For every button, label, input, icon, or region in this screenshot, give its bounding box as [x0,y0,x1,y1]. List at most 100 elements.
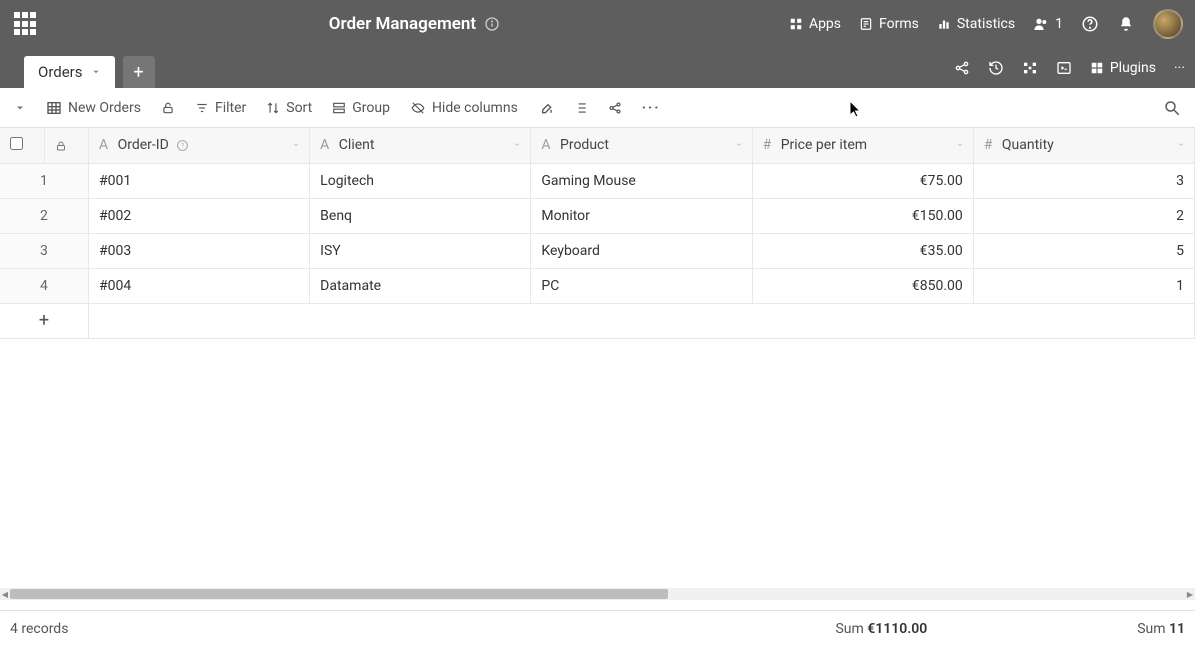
add-row[interactable]: + [0,303,1195,338]
text-type-icon: A [99,137,108,153]
scroll-right-icon[interactable]: ▶ [1185,590,1195,599]
nav-apps[interactable]: Apps [789,16,841,32]
filter-button[interactable]: Filter [195,100,246,116]
table-row[interactable]: 3#003ISYKeyboard€35.005 [0,233,1195,268]
cell-order-id[interactable]: #004 [88,268,309,303]
bell-icon[interactable] [1117,15,1135,33]
nav-forms[interactable]: Forms [859,16,919,32]
row-number[interactable]: 3 [0,233,88,268]
svg-text:?: ? [181,142,184,150]
hide-columns-button[interactable]: Hide columns [410,100,518,116]
nav-statistics-label: Statistics [957,16,1015,32]
nav-collaborators[interactable]: 1 [1033,16,1063,32]
filter-icon [195,101,209,115]
chevron-down-icon[interactable] [291,140,301,150]
column-header-client[interactable]: A Client [310,128,531,163]
cell-client[interactable]: Datamate [310,268,531,303]
row-number[interactable]: 2 [0,198,88,233]
horizontal-scrollbar[interactable]: ◀ ▶ [0,588,1195,600]
cell-client[interactable]: Benq [310,198,531,233]
filter-label: Filter [215,100,246,116]
data-grid: A Order-ID ? A Client A Product # Price … [0,128,1195,339]
record-count: 4 records [10,621,68,637]
more-menu-icon[interactable]: ··· [1174,60,1185,76]
column-header-lock[interactable] [44,128,88,163]
app-switcher-icon[interactable] [12,10,40,38]
avatar[interactable] [1153,9,1183,39]
cell-product[interactable]: PC [531,268,752,303]
nav-collaborators-count: 1 [1055,16,1063,32]
chevron-down-icon[interactable] [955,140,965,150]
cell-quantity[interactable]: 3 [973,163,1194,198]
cell-price[interactable]: €850.00 [752,268,973,303]
chevron-down-icon [91,67,101,77]
row-number[interactable]: 1 [0,163,88,198]
forms-icon [859,17,873,31]
tab-orders-label: Orders [38,63,83,81]
lock-icon[interactable] [161,101,175,115]
chevron-down-icon[interactable] [14,102,26,114]
help-icon[interactable] [1081,15,1099,33]
tab-orders[interactable]: Orders [24,56,115,88]
cell-order-id[interactable]: #003 [88,233,309,268]
select-all-checkbox[interactable] [10,137,23,150]
cell-quantity[interactable]: 5 [973,233,1194,268]
share-view-icon[interactable] [608,101,622,115]
cell-price[interactable]: €150.00 [752,198,973,233]
group-button[interactable]: Group [332,100,390,116]
text-type-icon: A [541,137,550,153]
nav-forms-label: Forms [879,16,919,32]
search-icon[interactable] [1163,99,1181,117]
sum-label: Sum [1137,621,1165,637]
column-label: Client [339,137,375,153]
info-icon[interactable] [484,16,500,32]
script-icon[interactable] [1056,60,1072,76]
column-label: Order-ID [118,137,169,153]
chevron-down-icon[interactable] [512,140,522,150]
cell-price[interactable]: €75.00 [752,163,973,198]
paint-icon[interactable] [538,100,554,116]
cell-product[interactable]: Monitor [531,198,752,233]
statistics-icon [937,17,951,31]
page-title-text: Order Management [329,14,476,34]
table-row[interactable]: 4#004DatamatePC€850.001 [0,268,1195,303]
scroll-left-icon[interactable]: ◀ [0,590,10,599]
table-row[interactable]: 1#001LogitechGaming Mouse€75.003 [0,163,1195,198]
cell-order-id[interactable]: #001 [88,163,309,198]
share-icon[interactable] [954,60,970,76]
sort-button[interactable]: Sort [266,100,312,116]
history-icon[interactable] [988,60,1004,76]
column-header-quantity[interactable]: # Quantity [973,128,1194,163]
nav-statistics[interactable]: Statistics [937,16,1015,32]
cell-client[interactable]: ISY [310,233,531,268]
cell-quantity[interactable]: 1 [973,268,1194,303]
chevron-down-icon[interactable] [734,140,744,150]
cell-price[interactable]: €35.00 [752,233,973,268]
row-number[interactable]: 4 [0,268,88,303]
automation-icon[interactable] [1022,60,1038,76]
price-sum: Sum €1110.00 [835,621,927,637]
chevron-down-icon[interactable] [1176,140,1186,150]
toolbar-more-icon[interactable]: ··· [642,100,661,116]
row-height-icon[interactable] [574,101,588,115]
topbar: Order Management Apps Forms Statistics 1 [0,0,1195,48]
scroll-thumb[interactable] [10,589,668,599]
scroll-track[interactable] [10,589,1185,599]
add-table-button[interactable]: + [123,56,155,88]
cell-order-id[interactable]: #002 [88,198,309,233]
cell-quantity[interactable]: 2 [973,198,1194,233]
view-selector[interactable]: New Orders [46,100,141,116]
header-row: A Order-ID ? A Client A Product # Price … [0,128,1195,163]
nav-plugins[interactable]: Plugins [1090,60,1156,76]
column-header-price[interactable]: # Price per item [752,128,973,163]
cell-client[interactable]: Logitech [310,163,531,198]
cell-product[interactable]: Gaming Mouse [531,163,752,198]
column-header-order-id[interactable]: A Order-ID ? [88,128,309,163]
table-row[interactable]: 2#002BenqMonitor€150.002 [0,198,1195,233]
tabstrip-right: Plugins ··· [954,48,1185,88]
column-header-checkbox[interactable] [0,128,44,163]
users-icon [1033,16,1049,32]
page-title: Order Management [40,14,789,34]
cell-product[interactable]: Keyboard [531,233,752,268]
column-header-product[interactable]: A Product [531,128,752,163]
